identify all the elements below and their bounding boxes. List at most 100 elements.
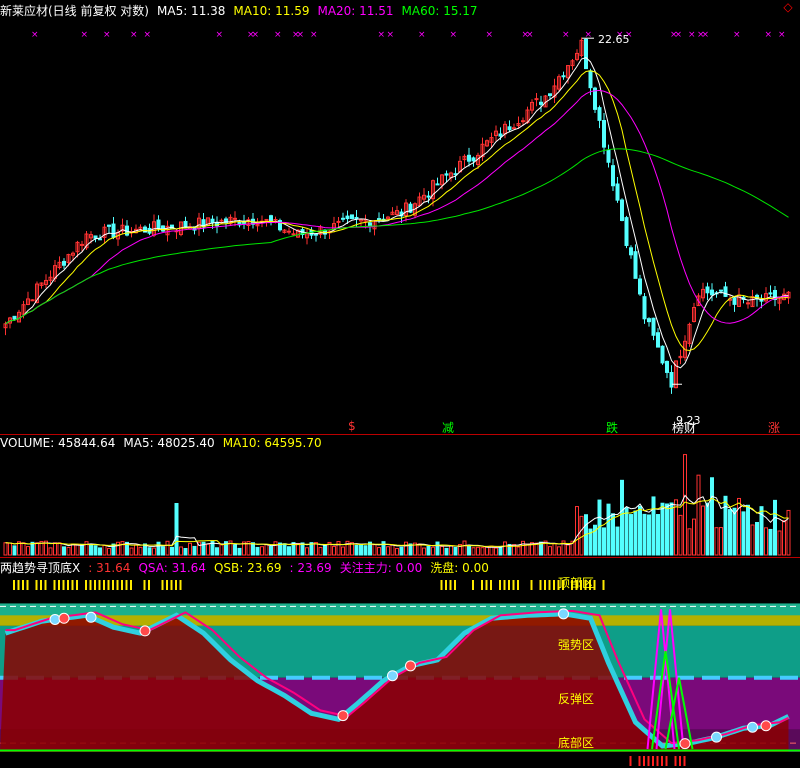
volume-bar [624,507,629,556]
candle-body [377,218,381,221]
qsa-label: QSA: 31.64 [138,561,206,575]
signal-cross: × [702,30,710,40]
indicator-signal-dot [679,738,691,750]
signal-cross: × [31,30,39,40]
top-signal-bar [454,580,456,590]
bottom-signal-bar [629,756,632,766]
volume-bar [435,541,440,556]
candle-body [269,215,273,223]
volume-bar [219,544,224,556]
volume-bar [80,543,84,556]
signal-marker-3: 跌 [606,421,619,435]
candle-body [467,154,471,162]
signal-marker-5: 涨 [768,421,781,435]
volume-bar [692,518,696,556]
volume-bar [552,543,557,556]
volume-title: VOLUME: 45844.64 [0,436,116,450]
top-signal-bar [13,580,15,590]
candle-body [471,157,476,162]
candle-body [642,296,647,320]
stock-chart: × × × × × × ×× × ×× × × × × × × ×× × × × × ×× × ×× × × × [0,30,800,766]
volume-bar [471,547,476,556]
top-signal-bar [107,580,110,590]
volume-bar [381,541,386,556]
signal-cross: × [144,30,152,40]
volume-bar [548,546,552,556]
volume-bar [93,545,98,556]
bottom-signal-bar [665,756,668,766]
volume-bar [606,503,611,556]
volume-bar [431,546,435,556]
volume-bar [444,547,449,556]
volume-ma10-label: MA10: 64595.70 [222,436,322,450]
signal-cross: × [765,30,773,40]
volume-bar [399,546,404,556]
top-signal-bar [89,580,92,590]
volume-bar [683,454,687,556]
signal-cross: × [274,30,282,40]
zone-label-rebound: 反弹区 [558,692,595,706]
volume-bar [84,541,89,556]
close-icon[interactable]: ◇ [782,1,794,13]
top-signal-bar [62,580,65,590]
volume-bar [305,547,309,556]
candle-body [768,292,773,295]
top-signal-bar [548,580,551,590]
volume-bar [233,544,237,556]
top-signal-bar [499,580,501,590]
volume-bar [678,514,683,556]
volume-bar [179,546,183,556]
top-signal-bar [71,580,74,590]
volume-bar [98,547,102,556]
candle-body [156,219,161,230]
signal-marker-4: 榜财 [672,421,697,435]
volume-bar [642,513,647,556]
volume-bar [170,546,174,556]
top-signal-bar [94,580,96,590]
indicator-signal-dot [711,731,722,743]
volume-bar [629,514,633,556]
candle-body [534,98,539,101]
bottom-signal-bar [674,756,677,766]
signal-cross: × [450,30,458,40]
candle-body [602,120,606,148]
volume-bar [323,545,327,556]
top-signal-bar [539,580,542,590]
candle-body [561,75,566,78]
candle-body [710,289,714,296]
candle-body [507,126,512,131]
volume-bar [422,547,426,556]
indicator-value-2: : 23.69 [289,561,332,575]
signal-cross: × [216,30,224,40]
top-signal-bar [161,580,164,590]
price-panel-header: 新莱应材(日线 前复权 对数) MA5: 11.38 MA10: 11.59 MA20… [0,2,486,18]
top-signal-bar [175,580,177,590]
signal-cross: × [378,30,386,40]
candle-body [183,220,188,228]
indicator-value-1: : 31.64 [88,561,131,575]
candle-body [665,360,669,373]
zone-label-top: 顶部区 [558,576,595,590]
top-signal-bar [148,580,150,590]
top-signal-bar [22,580,24,590]
top-signal-bar [445,580,447,590]
volume-bar [363,545,368,556]
candle-body [732,297,737,305]
candle-body [368,222,372,227]
volume-bar [723,495,728,556]
volume-bar [165,540,170,556]
top-signal-bar [121,580,123,590]
volume-bar [620,479,624,556]
indicator-signal-dot [85,611,97,623]
top-signal-bar [481,580,483,590]
volume-bar [282,543,287,556]
top-signal-bar [44,580,47,590]
top-signal-bar [143,580,146,590]
candle-body [624,217,629,246]
top-signal-bar [166,580,168,590]
candle-body [350,214,354,219]
volume-bar [453,546,458,556]
volume-bar [651,496,656,556]
volume-bar [714,527,719,556]
volume-bar [728,509,732,556]
